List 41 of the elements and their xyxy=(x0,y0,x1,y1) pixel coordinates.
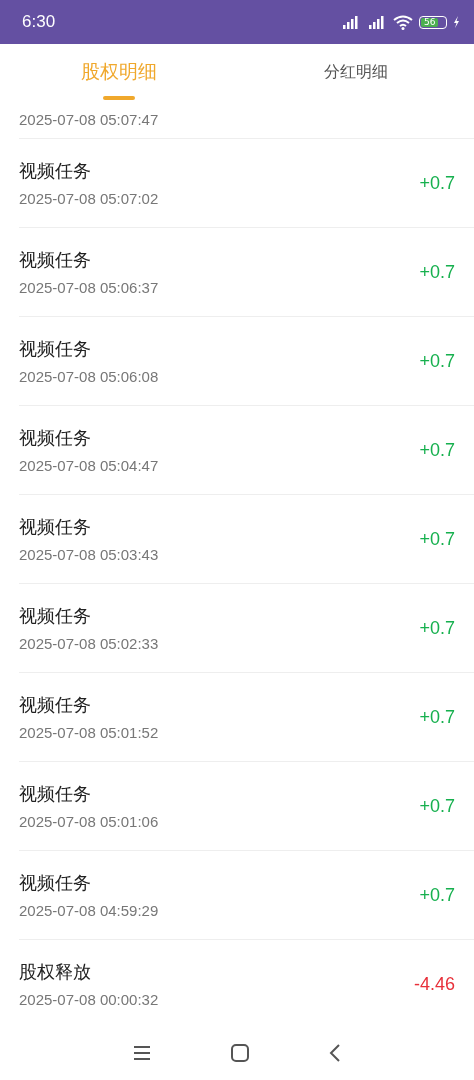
battery-icon: 56 xyxy=(419,15,447,29)
record-amount: +0.7 xyxy=(419,617,455,639)
record-amount: +0.7 xyxy=(419,350,455,372)
record-title: 视频任务 xyxy=(19,337,92,361)
record-date: 2025-07-08 05:04:47 xyxy=(19,457,159,474)
record-date: 2025-07-08 05:06:37 xyxy=(19,279,159,296)
record-date: 2025-07-08 05:03:43 xyxy=(19,546,159,563)
record-date: 2025-07-08 05:02:33 xyxy=(19,635,159,652)
record-date: 2025-07-08 05:01:52 xyxy=(19,724,159,741)
status-time: 6:30 xyxy=(22,12,56,32)
record-date: 2025-07-08 04:59:29 xyxy=(19,902,159,919)
record-amount: +0.7 xyxy=(419,439,455,461)
charging-icon xyxy=(453,16,460,28)
record-title: 视频任务 xyxy=(19,871,92,895)
record-title: 视频任务 xyxy=(19,693,92,717)
record-amount: +0.7 xyxy=(419,706,455,728)
record-date: 2025-07-08 05:07:02 xyxy=(19,190,159,207)
tab-indicator xyxy=(102,96,135,100)
back-icon[interactable] xyxy=(329,1043,341,1062)
record-date: 2025-07-08 05:01:06 xyxy=(19,813,159,830)
record-title: 视频任务 xyxy=(19,515,92,539)
record-date: 2025-07-08 05:07:47 xyxy=(19,110,159,128)
record-title: 视频任务 xyxy=(19,426,92,450)
wifi-icon xyxy=(393,14,413,30)
record-title: 视频任务 xyxy=(19,248,92,272)
record-amount: +0.7 xyxy=(419,795,455,817)
menu-icon[interactable] xyxy=(133,1044,151,1061)
record-amount: -4.46 xyxy=(413,973,455,995)
record-date: 2025-07-08 05:06:08 xyxy=(19,368,159,385)
record-amount: +0.7 xyxy=(419,528,455,550)
record-amount: +0.7 xyxy=(419,172,455,194)
record-title: 股权释放 xyxy=(19,960,92,984)
record-title: 视频任务 xyxy=(19,604,92,628)
record-amount: +0.7 xyxy=(419,884,455,906)
signal-icon xyxy=(367,15,387,29)
signal-icon xyxy=(341,15,361,29)
record-title: 视频任务 xyxy=(19,159,92,183)
record-title: 视频任务 xyxy=(19,782,92,806)
record-amount: +0.7 xyxy=(419,261,455,283)
record-date: 2025-07-08 00:00:32 xyxy=(19,991,159,1008)
home-icon[interactable] xyxy=(231,1043,249,1062)
